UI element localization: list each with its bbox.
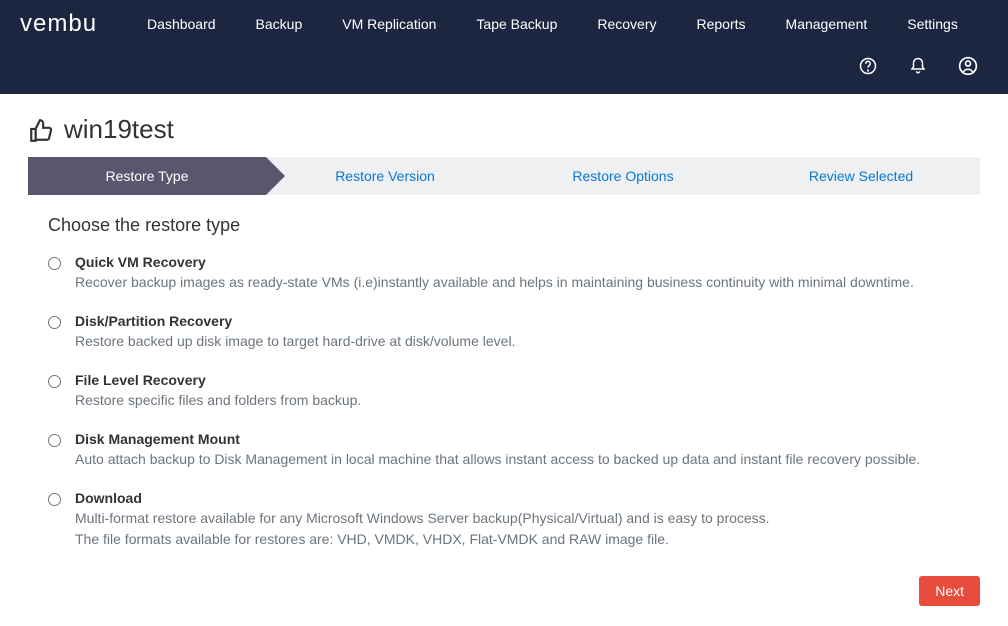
option-body: Download Multi-format restore available … [75, 490, 960, 550]
nav-tape-backup[interactable]: Tape Backup [456, 2, 577, 46]
wizard-steps: Restore Type Restore Version Restore Opt… [28, 157, 980, 195]
option-title: Disk Management Mount [75, 431, 960, 447]
nav-menu: Dashboard Backup VM Replication Tape Bac… [127, 2, 978, 46]
option-body: Disk/Partition Recovery Restore backed u… [75, 313, 960, 352]
user-icon[interactable] [958, 56, 978, 76]
section-heading: Choose the restore type [0, 215, 1008, 254]
nav-label: Recovery [597, 16, 656, 32]
option-quick-vm-recovery: Quick VM Recovery Recover backup images … [48, 254, 960, 293]
step-restore-version[interactable]: Restore Version [266, 157, 504, 195]
top-navbar: vembu Dashboard Backup VM Replication Ta… [0, 0, 1008, 48]
option-title: Download [75, 490, 960, 506]
option-body: Quick VM Recovery Recover backup images … [75, 254, 960, 293]
step-label: Restore Type [105, 168, 188, 184]
radio-download[interactable] [48, 493, 61, 506]
step-review-selected[interactable]: Review Selected [742, 157, 980, 195]
step-restore-type[interactable]: Restore Type [28, 157, 266, 195]
radio-disk-partition[interactable] [48, 316, 61, 329]
restore-options-list: Quick VM Recovery Recover backup images … [0, 254, 1008, 550]
option-disk-partition-recovery: Disk/Partition Recovery Restore backed u… [48, 313, 960, 352]
nav-backup[interactable]: Backup [236, 2, 323, 46]
option-desc: Restore backed up disk image to target h… [75, 331, 960, 352]
option-desc: Multi-format restore available for any M… [75, 508, 960, 550]
brand-text: vembu [20, 10, 97, 37]
next-button[interactable]: Next [919, 576, 980, 606]
nav-label: Tape Backup [476, 16, 557, 32]
option-title: Disk/Partition Recovery [75, 313, 960, 329]
help-icon[interactable] [858, 56, 878, 76]
option-title: Quick VM Recovery [75, 254, 960, 270]
nav-label: Management [786, 16, 868, 32]
option-desc: Restore specific files and folders from … [75, 390, 960, 411]
step-restore-options[interactable]: Restore Options [504, 157, 742, 195]
radio-disk-mgmt-mount[interactable] [48, 434, 61, 447]
nav-label: Backup [256, 16, 303, 32]
option-title: File Level Recovery [75, 372, 960, 388]
radio-file-level[interactable] [48, 375, 61, 388]
nav-dashboard[interactable]: Dashboard [127, 2, 236, 46]
thumbs-up-icon [28, 117, 54, 143]
nav-settings[interactable]: Settings [887, 2, 978, 46]
option-body: File Level Recovery Restore specific fil… [75, 372, 960, 411]
page-title-row: win19test [0, 94, 1008, 157]
option-download: Download Multi-format restore available … [48, 490, 960, 550]
option-desc: Auto attach backup to Disk Management in… [75, 449, 960, 470]
bell-icon[interactable] [908, 56, 928, 76]
nav-recovery[interactable]: Recovery [577, 2, 676, 46]
brand-logo: vembu [20, 10, 97, 38]
nav-label: Reports [697, 16, 746, 32]
radio-quick-vm[interactable] [48, 257, 61, 270]
nav-management[interactable]: Management [766, 2, 888, 46]
step-label: Restore Options [572, 168, 673, 184]
nav-vm-replication[interactable]: VM Replication [322, 2, 456, 46]
option-body: Disk Management Mount Auto attach backup… [75, 431, 960, 470]
page-title: win19test [64, 114, 174, 145]
nav-reports[interactable]: Reports [677, 2, 766, 46]
step-label: Restore Version [335, 168, 435, 184]
nav-label: Dashboard [147, 16, 216, 32]
utility-bar [0, 48, 1008, 94]
step-label: Review Selected [809, 168, 913, 184]
option-disk-management-mount: Disk Management Mount Auto attach backup… [48, 431, 960, 470]
nav-label: VM Replication [342, 16, 436, 32]
option-desc: Recover backup images as ready-state VMs… [75, 272, 960, 293]
option-file-level-recovery: File Level Recovery Restore specific fil… [48, 372, 960, 411]
footer-actions: Next [0, 570, 1008, 626]
nav-label: Settings [907, 16, 958, 32]
